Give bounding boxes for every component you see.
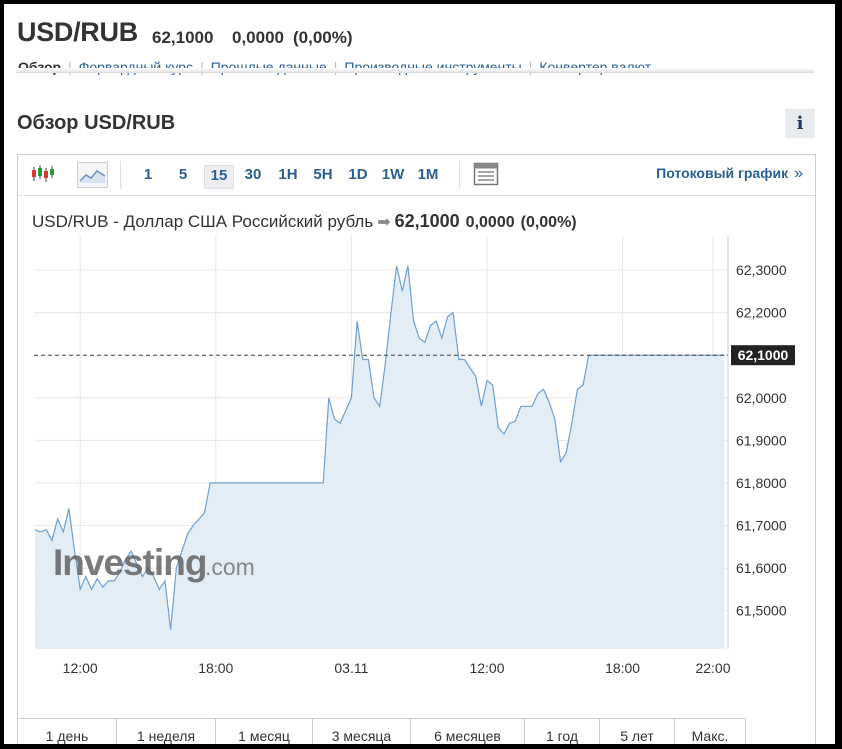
interval-1-button[interactable]: 1 bbox=[134, 165, 162, 187]
chart-panel: 1 5 15 30 1H 5H 1D 1W 1M Потоковый графи… bbox=[17, 154, 816, 744]
range-5-years[interactable]: 5 лет bbox=[600, 719, 675, 744]
x-tick-label: 03.11 bbox=[334, 660, 368, 676]
y-tick-label: 61,5000 bbox=[736, 603, 787, 619]
pair-change-percent: (0,00%) bbox=[293, 28, 353, 47]
y-tick-label: 61,6000 bbox=[736, 560, 787, 576]
chart-toolbar: 1 5 15 30 1H 5H 1D 1W 1M Потоковый графи… bbox=[18, 155, 815, 196]
current-price-label: 62,1000 bbox=[738, 347, 789, 363]
interval-1w-button[interactable]: 1W bbox=[379, 165, 407, 187]
watermark-brand: Investing bbox=[53, 542, 206, 583]
x-tick-label: 12:00 bbox=[63, 660, 98, 676]
y-tick-label: 62,2000 bbox=[736, 305, 787, 321]
candlestick-icon[interactable] bbox=[29, 163, 56, 185]
interval-1m-button[interactable]: 1M bbox=[414, 165, 442, 187]
header-shadow bbox=[16, 68, 814, 73]
price-area bbox=[35, 265, 725, 649]
chart-change-percent: (0,00%) bbox=[520, 214, 577, 231]
interval-1d-button[interactable]: 1D bbox=[344, 165, 372, 187]
interval-5h-button[interactable]: 5H bbox=[309, 165, 337, 187]
toolbar-divider bbox=[459, 161, 460, 189]
x-tick-label: 12:00 bbox=[469, 660, 504, 676]
y-tick-label: 61,8000 bbox=[736, 475, 787, 491]
chart-change: 0,0000 bbox=[465, 214, 515, 231]
chart-settings-icon[interactable] bbox=[473, 162, 499, 186]
price-chart[interactable]: 62,1000 62,3000 62,2000 62,0000 61,9000 61,8… bbox=[18, 235, 813, 687]
range-6-months[interactable]: 6 месяцев bbox=[411, 719, 525, 744]
section-title: Обзор USD/RUB bbox=[17, 112, 176, 134]
range-3-months[interactable]: 3 месяца bbox=[313, 719, 411, 744]
double-chevron-right-icon: » bbox=[794, 165, 803, 182]
range-1-week[interactable]: 1 неделя bbox=[117, 719, 216, 744]
y-tick-label: 62,0000 bbox=[736, 390, 787, 406]
streaming-chart-label: Потоковый график bbox=[656, 165, 789, 181]
x-tick-label: 18:00 bbox=[198, 660, 233, 676]
chart-price: 62,1000 bbox=[394, 211, 460, 231]
pair-change: 0,0000 bbox=[232, 28, 284, 47]
streaming-chart-link[interactable]: Потоковый график » bbox=[656, 165, 803, 183]
time-range-bar: 1 день 1 неделя 1 месяц 3 месяца 6 месяц… bbox=[17, 718, 746, 744]
info-button[interactable]: i bbox=[785, 109, 815, 138]
interval-30-button[interactable]: 30 bbox=[239, 165, 267, 187]
x-tick-label: 18:00 bbox=[605, 660, 640, 676]
range-1-year[interactable]: 1 год bbox=[525, 719, 600, 744]
chart-header: USD/RUB - Доллар США Российский рубль ➡ 62… bbox=[32, 211, 577, 232]
arrow-right-icon: ➡ bbox=[377, 214, 391, 231]
range-1-day[interactable]: 1 день bbox=[18, 719, 117, 744]
x-tick-label: 22:00 bbox=[695, 660, 730, 676]
range-max[interactable]: Макс. bbox=[675, 719, 745, 744]
interval-15-button[interactable]: 15 bbox=[204, 165, 234, 189]
watermark-suffix: .com bbox=[205, 554, 255, 580]
pair-title: USD/RUB bbox=[17, 17, 138, 47]
y-tick-label: 61,9000 bbox=[736, 432, 787, 448]
interval-1h-button[interactable]: 1H bbox=[274, 165, 302, 187]
y-tick-label: 61,7000 bbox=[736, 518, 787, 534]
pair-price: 62,1000 bbox=[152, 28, 214, 47]
page: USD/RUB 62,1000 0,0000 (0,00%) Обзор|Фор… bbox=[4, 4, 835, 744]
toolbar-divider bbox=[120, 161, 121, 189]
y-tick-label: 62,3000 bbox=[736, 262, 787, 278]
interval-5-button[interactable]: 5 bbox=[169, 165, 197, 187]
range-1-month[interactable]: 1 месяц bbox=[216, 719, 313, 744]
area-chart-icon[interactable] bbox=[77, 162, 108, 188]
chart-instrument-name: USD/RUB - Доллар США Российский рубль bbox=[32, 212, 374, 231]
